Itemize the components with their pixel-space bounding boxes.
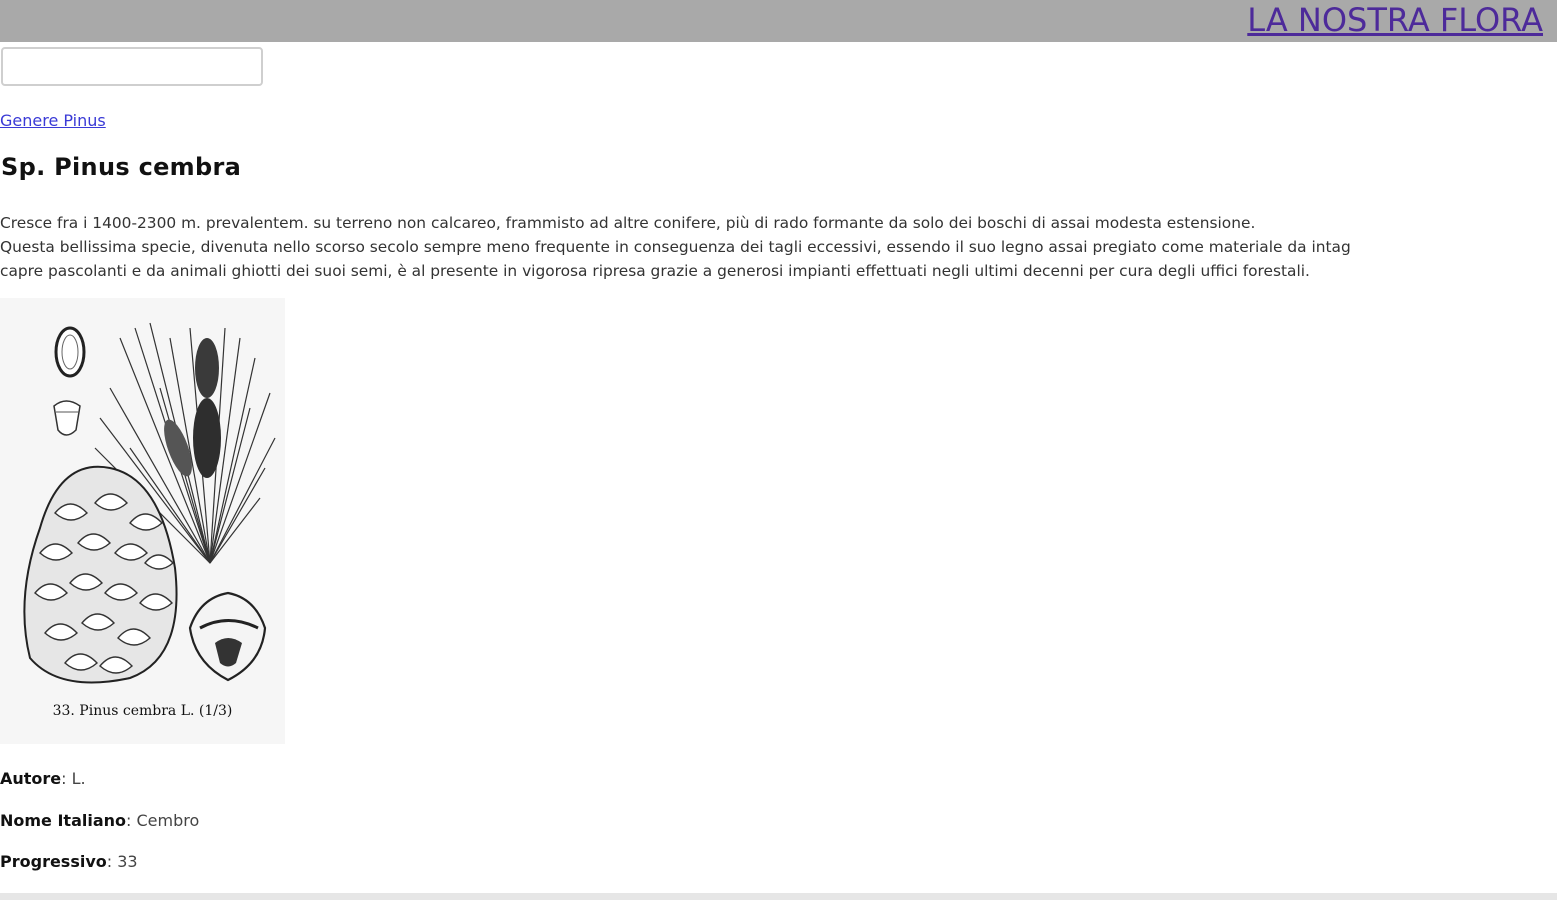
detail-autore: Autore: L.	[0, 769, 86, 788]
species-illustration: 33. Pinus cembra L. (1/3)	[0, 298, 285, 744]
top-bar: LA NOSTRA FLORA	[0, 0, 1557, 42]
footer-divider	[0, 893, 1557, 900]
illustration-caption: 33. Pinus cembra L. (1/3)	[52, 703, 233, 719]
detail-nome-italiano: Nome Italiano: Cembro	[0, 811, 199, 830]
description-line: capre pascolanti e da animali ghiotti de…	[0, 262, 1310, 280]
search-input[interactable]	[1, 47, 263, 86]
detail-label: Nome Italiano	[0, 811, 127, 830]
site-title-link[interactable]: LA NOSTRA FLORA	[1247, 0, 1543, 40]
detail-value: : 33	[106, 852, 138, 871]
species-description: Cresce fra i 1400-2300 m. prevalentem. s…	[0, 211, 1557, 283]
detail-label: Progressivo	[0, 852, 107, 871]
pine-cone-drawing	[23, 322, 276, 684]
detail-value: : Cembro	[126, 811, 200, 830]
description-line: Cresce fra i 1400-2300 m. prevalentem. s…	[0, 214, 1256, 232]
detail-progressivo: Progressivo: 33	[0, 852, 138, 871]
detail-value: : L.	[61, 769, 86, 788]
page-title: Sp. Pinus cembra	[1, 153, 242, 181]
description-line: Questa bellissima specie, divenuta nello…	[0, 238, 1351, 256]
detail-label: Autore	[0, 769, 62, 788]
breadcrumb-genere-link[interactable]: Genere Pinus	[0, 111, 106, 130]
